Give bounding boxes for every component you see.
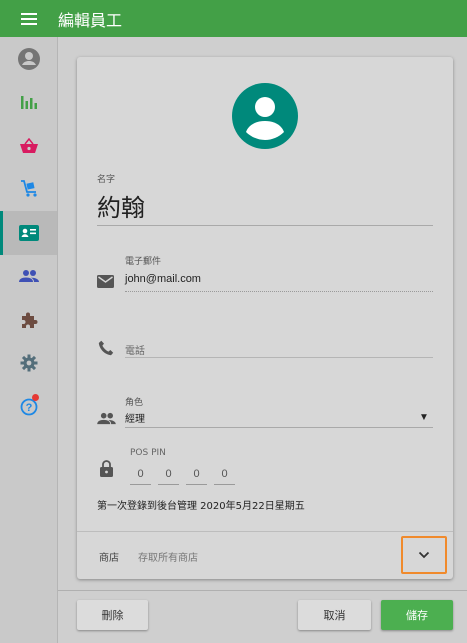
bar-chart-icon: [20, 96, 37, 110]
sidebar-item-help[interactable]: ?: [0, 385, 57, 429]
menu-button[interactable]: [0, 0, 58, 37]
delete-button[interactable]: 刪除: [77, 600, 148, 630]
phone-underline: [125, 357, 433, 358]
sidebar-item-account[interactable]: [0, 37, 57, 81]
sidebar-item-settings[interactable]: [0, 342, 57, 386]
role-select[interactable]: 經理: [125, 410, 145, 425]
store-access-value: 存取所有商店: [138, 553, 198, 564]
footer-divider: [58, 590, 467, 591]
puzzle-icon: [21, 312, 37, 328]
people-icon: [97, 412, 116, 425]
gear-icon: [20, 354, 37, 372]
employee-form-card: 名字 約翰 電子郵件 john@mail.com 電話 角色 經理 ▼ POS …: [77, 57, 453, 579]
lock-icon: [100, 460, 113, 477]
employee-avatar-icon: [232, 83, 298, 149]
app-bar: 編輯員工: [0, 0, 467, 37]
sidebar-item-reports[interactable]: [0, 81, 57, 125]
name-underline: [97, 225, 433, 226]
sidebar-item-sales[interactable]: [0, 124, 57, 168]
cart-icon: [20, 180, 37, 197]
shopping-basket-icon: [19, 137, 38, 153]
notification-badge: [32, 394, 39, 401]
expand-stores-button[interactable]: [401, 536, 447, 574]
email-input[interactable]: john@mail.com: [125, 273, 201, 285]
svg-text:?: ?: [25, 402, 32, 414]
pin-digit-1[interactable]: 0: [130, 465, 151, 485]
sidebar-item-employees[interactable]: [0, 211, 57, 255]
account-circle-icon: [17, 47, 40, 70]
divider: [77, 531, 453, 532]
sidebar: ?: [0, 37, 58, 643]
contact-card-icon: [18, 224, 39, 241]
store-label: 商店: [99, 553, 119, 564]
cancel-button[interactable]: 取消: [298, 600, 371, 630]
email-underline: [125, 291, 433, 292]
pin-digit-3[interactable]: 0: [186, 465, 207, 485]
people-icon: [18, 270, 39, 283]
sidebar-item-inventory[interactable]: [0, 168, 57, 212]
page-title: 編輯員工: [58, 10, 123, 30]
menu-icon: [21, 12, 37, 25]
phone-icon: [98, 340, 114, 356]
email-label: 電子郵件: [125, 257, 162, 267]
pin-digit-4[interactable]: 0: [214, 465, 235, 485]
email-icon: [97, 275, 114, 288]
pos-pin-label: POS PIN: [130, 448, 166, 458]
role-underline: [125, 427, 433, 428]
dropdown-arrow-icon[interactable]: ▼: [419, 412, 429, 423]
first-login-text: 第一次登錄到後台管理 2020年5月22日星期五: [97, 501, 305, 512]
chevron-down-icon: [418, 551, 430, 559]
phone-input[interactable]: 電話: [125, 342, 145, 357]
pin-digit-2[interactable]: 0: [158, 465, 179, 485]
role-label: 角色: [125, 398, 144, 408]
name-label: 名字: [97, 175, 116, 185]
sidebar-item-integrations[interactable]: [0, 298, 57, 342]
sidebar-item-customers[interactable]: [0, 255, 57, 299]
name-input[interactable]: 約翰: [97, 188, 145, 223]
save-button[interactable]: 儲存: [381, 600, 453, 630]
